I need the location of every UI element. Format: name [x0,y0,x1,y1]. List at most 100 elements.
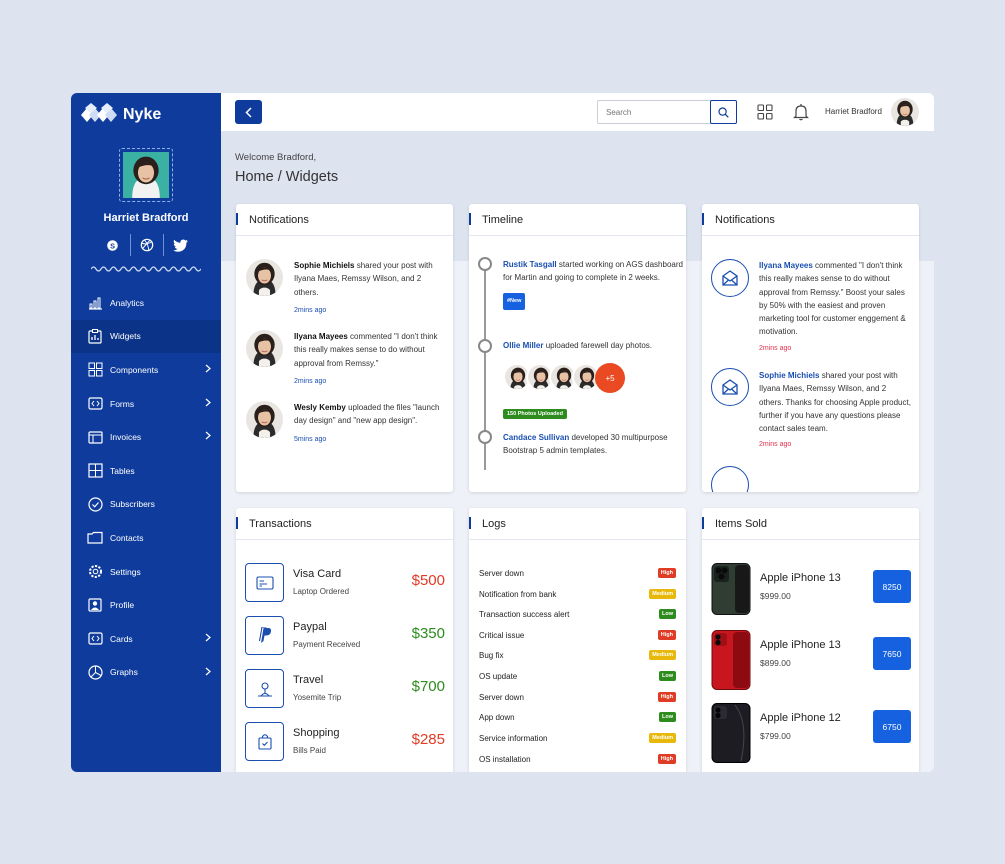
sidebar-item-tables[interactable]: Tables [71,454,221,488]
sidebar-item-cards[interactable]: Cards [71,622,221,656]
bell-icon[interactable] [793,103,809,121]
notification-item[interactable]: Sophie Michiels shared your post with Il… [246,259,444,317]
profile-avatar[interactable] [119,148,173,202]
notification-text: shared your post with Ilyana Maes, Remss… [759,371,911,434]
log-item[interactable]: Notification from bank Medium [479,588,676,602]
sidebar-item-forms[interactable]: Forms [71,387,221,421]
sidebar-item-label: Cards [110,633,133,644]
search-button[interactable] [710,100,737,124]
log-item[interactable]: OS installation High [479,753,676,767]
product-name: Apple iPhone 12 [760,712,841,724]
transaction-item[interactable]: Paypal Payment Received $350 [245,616,445,656]
notification-user[interactable]: Sophie Michiels [759,371,819,380]
status-badge: High [657,692,676,702]
product-item[interactable]: Apple iPhone 12 $799.00 6750 [711,703,911,763]
timeline-user[interactable]: Candace Sullivan [503,433,569,442]
transactions-card: Transactions Visa Card Laptop Ordered $5… [236,508,453,772]
brand-name: Nyke [123,106,162,123]
notification-user[interactable]: Ilyana Mayees [294,332,348,341]
skype-link[interactable]: S [96,234,129,256]
log-label: OS installation [479,755,531,764]
status-badge: Low [659,712,676,722]
notification-time: 2mins ago [759,441,792,449]
log-item[interactable]: Transaction success alert Low [479,608,676,622]
sidebar-item-invoices[interactable]: Invoices [71,420,221,454]
log-item[interactable]: Server down High [479,567,676,581]
log-item[interactable]: App down Low [479,711,676,725]
sidebar-item-components[interactable]: Components [71,353,221,387]
back-button[interactable] [235,100,262,124]
timeline-dot [478,257,492,271]
log-item[interactable]: Critical issue High [479,629,676,643]
notification-time: 2mins ago [294,377,327,385]
log-item[interactable]: Service information Medium [479,732,676,746]
product-item[interactable]: Apple iPhone 13 $899.00 7650 [711,630,911,690]
notification-user[interactable]: Sophie Michiels [294,261,354,270]
transaction-sub: Bills Paid [293,746,326,755]
dribbble-icon [140,238,153,252]
notification-item[interactable]: Ilyana Mayees commented "I don't think t… [759,259,911,355]
card-title: Items Sold [702,508,919,540]
topbar-user-name[interactable]: Harriet Bradford [825,107,882,116]
notification-item[interactable]: Wesly Kemby uploaded the files "launch d… [246,401,444,446]
product-item[interactable]: Apple iPhone 13 $999.00 8250 [711,563,911,623]
notification-item[interactable]: Sophie Michiels shared your post with Il… [759,369,911,452]
twitter-link[interactable] [163,234,196,256]
log-label: Server down [479,569,524,578]
sold-count-button[interactable]: 6750 [873,710,911,743]
status-badge: Medium [649,650,676,660]
components-icon [88,362,102,377]
sidebar-item-label: Analytics [110,297,145,308]
log-label: Service information [479,734,548,743]
avatar[interactable] [891,98,919,126]
transaction-item[interactable]: Shopping Bills Paid $285 [245,722,445,762]
sidebar-item-label: Profile [110,600,135,611]
timeline-item: Ollie Miller uploaded farewell day photo… [503,339,683,352]
dribbble-link[interactable] [129,234,163,256]
notification-item[interactable]: Ilyana Mayees commented "I don't think t… [246,330,444,388]
log-item[interactable]: OS update Low [479,670,676,684]
sidebar-item-analytics[interactable]: Analytics [71,286,221,320]
log-label: Bug fix [479,651,504,660]
sidebar-item-profile[interactable]: Profile [71,588,221,622]
profile-icon [88,598,102,612]
sold-count-button[interactable]: 7650 [873,637,911,670]
transaction-amount: $285 [411,731,445,748]
settings-icon [88,565,102,579]
sold-count-button[interactable]: 8250 [873,570,911,603]
transaction-item[interactable]: Travel Yosemite Trip $700 [245,669,445,709]
search-input[interactable] [598,101,710,123]
notification-user[interactable]: Wesly Kemby [294,403,346,412]
sidebar-item-subscribers[interactable]: Subscribers [71,488,221,522]
log-item[interactable]: Server down High [479,691,676,705]
notification-time: 2mins ago [759,344,792,352]
transaction-sub: Payment Received [293,640,361,649]
brand-logo[interactable]: Nyke [81,103,161,127]
timeline-dot [478,339,492,353]
sidebar-item-widgets[interactable]: Widgets [71,319,221,354]
app-window: Nyke Harriet Bradford S Analytics Widget… [71,93,934,772]
sidebar-item-settings[interactable]: Settings [71,555,221,589]
notifications-card-2: Notifications Ilyana Mayees commented "I… [702,204,919,492]
sidebar-item-label: Widgets [110,331,141,342]
log-label: Server down [479,693,524,702]
mail-avatar [711,466,749,492]
more-photos-badge[interactable]: +5 [595,363,625,393]
status-badge: High [657,754,676,764]
card-title: Notifications [702,204,919,236]
transaction-item[interactable]: Visa Card Laptop Ordered $500 [245,563,445,603]
product-price: $799.00 [760,731,791,741]
photo-avatars[interactable]: +5 [503,363,625,393]
sidebar-item-contacts[interactable]: Contacts [71,521,221,555]
apps-grid-icon[interactable] [757,104,773,120]
timeline-user[interactable]: Rustik Tasgall [503,260,557,269]
log-item[interactable]: Bug fix Medium [479,649,676,663]
notification-user[interactable]: Ilyana Mayees [759,261,813,270]
sidebar-item-label: Tables [110,465,135,476]
timeline-user[interactable]: Ollie Miller [503,341,543,350]
sidebar-item-graphs[interactable]: Graphs [71,656,221,690]
timeline-text: uploaded farewell day photos. [543,341,652,350]
phone-image [711,630,751,690]
status-badge: Medium [649,733,676,743]
widgets-icon [88,328,102,344]
